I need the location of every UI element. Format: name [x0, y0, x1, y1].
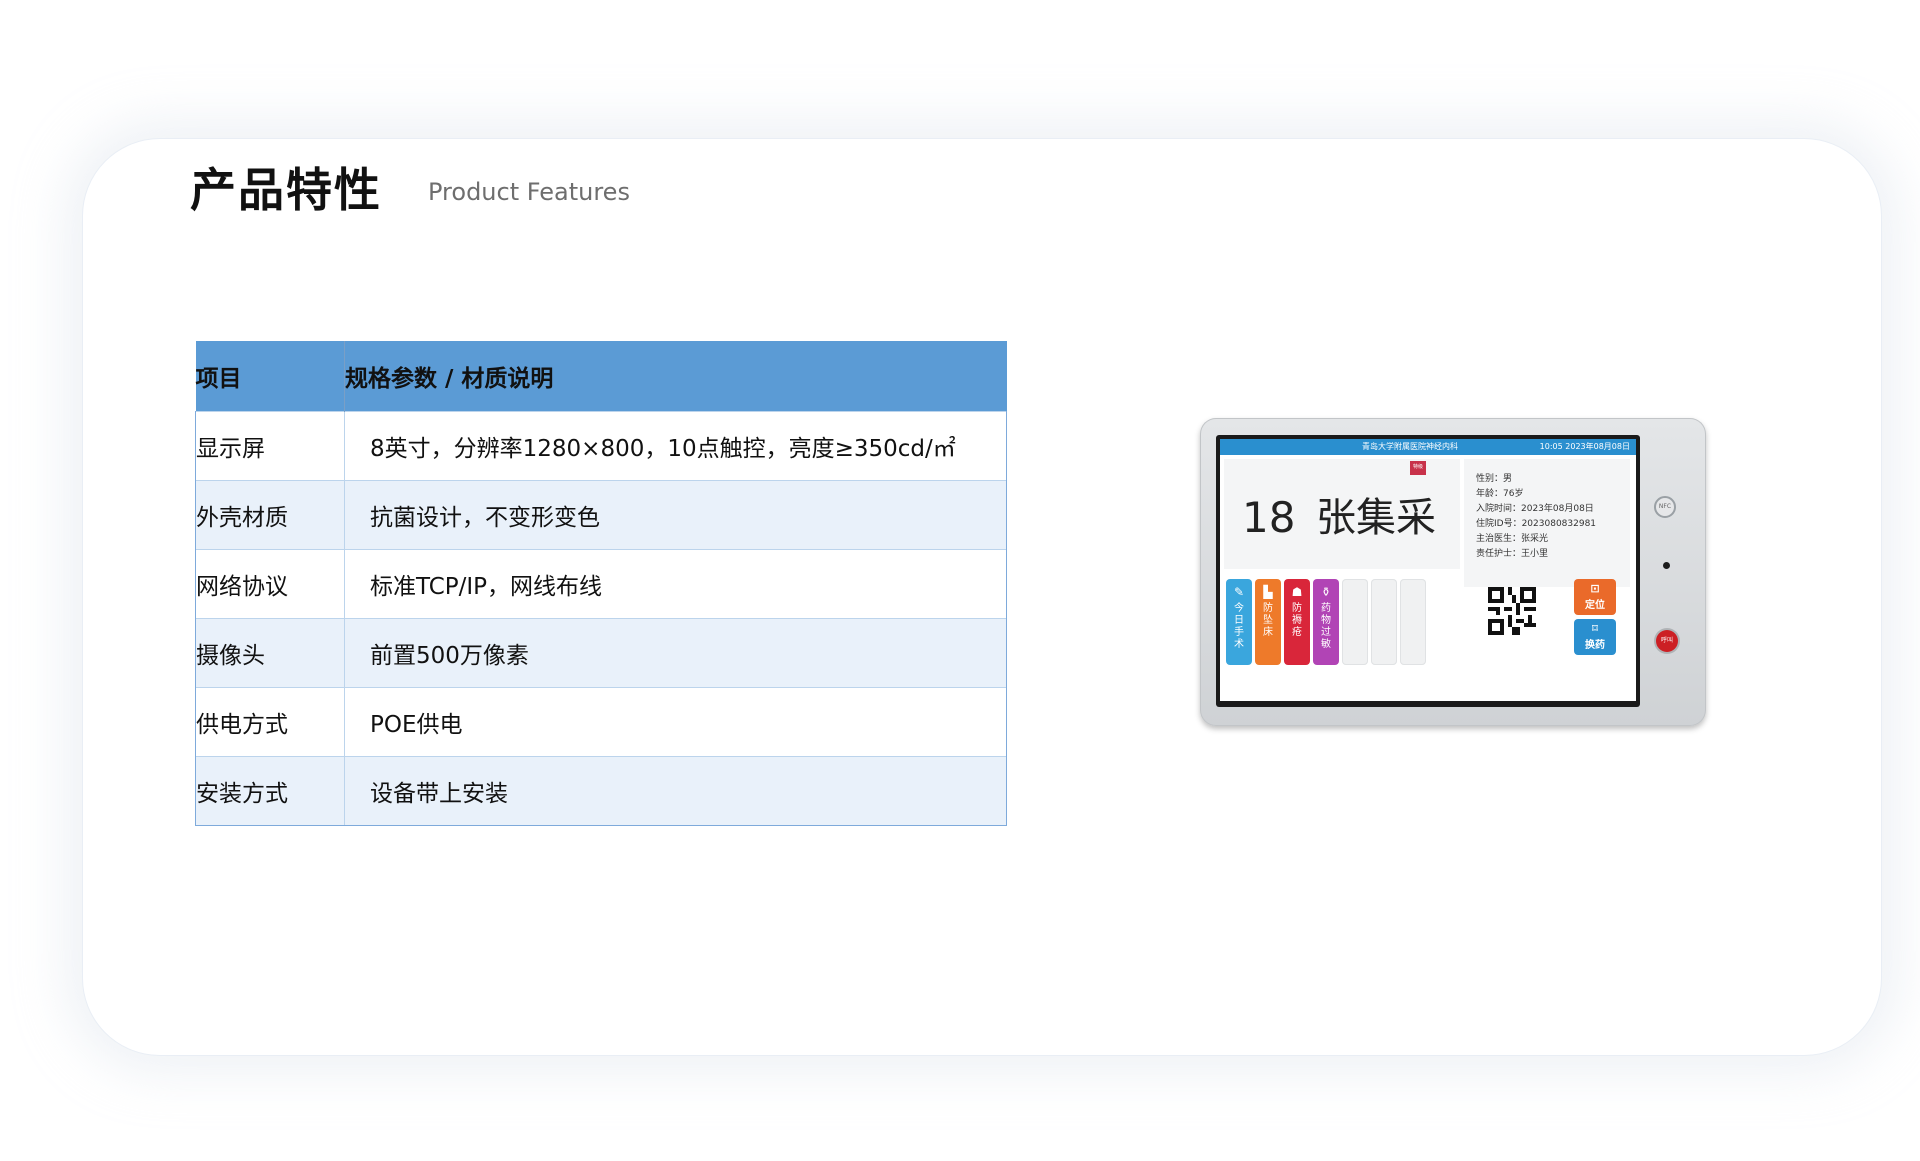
tag-fall-prevention[interactable]: ▙ 防坠床	[1255, 579, 1281, 665]
nfc-reader-icon: NFC	[1654, 496, 1676, 518]
row-spec: 前置500万像素	[344, 617, 1007, 687]
row-spec: 设备带上安装	[344, 755, 1007, 826]
info-doctor: 主治医生：张采光	[1476, 534, 1549, 544]
info-gender: 性别：男	[1476, 474, 1513, 484]
info-nurse: 责任护士：王小里	[1476, 549, 1549, 559]
row-item: 供电方式	[195, 686, 345, 756]
medicine-change-icon: ⌑	[1592, 622, 1598, 635]
tag-empty	[1342, 579, 1368, 665]
row-item: 网络协议	[195, 548, 345, 618]
row-item: 摄像头	[195, 617, 345, 687]
row-spec: 8英寸，分辨率1280×800，10点触控，亮度≥350cd/㎡	[344, 410, 1007, 480]
table-header-row: 项目 规格参数 / 材质说明	[195, 341, 1007, 411]
tag-bedsore-prevention[interactable]: ☗ 防褥疮	[1284, 579, 1310, 665]
device-screen-bezel: 青岛大学附属医院神经内科 10:05 2023年08月08日 特级 18 张集采…	[1216, 435, 1640, 707]
turtle-icon: ☗	[1291, 585, 1303, 599]
page-subtitle: Product Features	[428, 178, 630, 206]
device-display: 青岛大学附属医院神经内科 10:05 2023年08月08日 特级 18 张集采…	[1220, 439, 1636, 701]
patient-name: 张集采	[1316, 495, 1436, 541]
hospital-name: 青岛大学附属医院神经内科	[1362, 442, 1458, 451]
display-time: 10:05 2023年08月08日	[1539, 442, 1630, 451]
row-item: 显示屏	[195, 410, 345, 480]
table-row: 显示屏 8英寸，分辨率1280×800，10点触控，亮度≥350cd/㎡	[195, 410, 1007, 480]
info-id: 住院ID号：2023080832981	[1476, 519, 1597, 529]
bedside-terminal-device: 青岛大学附属医院神经内科 10:05 2023年08月08日 特级 18 张集采…	[1200, 418, 1706, 726]
location-icon: ⊡	[1590, 582, 1600, 595]
row-spec: 抗菌设计，不变形变色	[344, 479, 1007, 549]
header-item: 项目	[195, 341, 345, 411]
row-spec: 标准TCP/IP，网线布线	[344, 548, 1007, 618]
camera-lens	[1663, 562, 1670, 569]
change-dressing-button[interactable]: ⌑ 换药	[1574, 619, 1616, 655]
header-spec: 规格参数 / 材质说明	[344, 341, 1007, 411]
tag-surgery-today[interactable]: ✎ 今日手术	[1226, 579, 1252, 665]
row-spec: POE供电	[344, 686, 1007, 756]
table-row: 网络协议 标准TCP/IP，网线布线	[195, 548, 1007, 618]
patient-info: 性别：男 年龄：76岁 入院时间：2023年08月08日 住院ID号：20230…	[1464, 459, 1630, 587]
tag-drug-allergy[interactable]: ⚱ 药物过敏	[1313, 579, 1339, 665]
tag-empty	[1371, 579, 1397, 665]
table-row: 供电方式 POE供电	[195, 686, 1007, 756]
table-row: 安装方式 设备带上安装	[195, 755, 1007, 826]
table-row: 摄像头 前置500万像素	[195, 617, 1007, 687]
tag-empty	[1400, 579, 1426, 665]
locate-button[interactable]: ⊡ 定位	[1574, 579, 1616, 615]
display-top-bar: 青岛大学附属医院神经内科 10:05 2023年08月08日	[1220, 439, 1636, 455]
row-item: 安装方式	[195, 755, 345, 826]
bed-icon: ▙	[1263, 585, 1273, 599]
spec-table: 项目 规格参数 / 材质说明 显示屏 8英寸，分辨率1280×800，10点触控…	[195, 341, 1007, 826]
info-admission: 入院时间：2023年08月08日	[1476, 504, 1594, 514]
patient-card: 特级 18 张集采	[1224, 459, 1460, 569]
bed-number: 18	[1242, 493, 1296, 542]
care-level-ribbon: 特级	[1410, 461, 1426, 475]
page-title: 产品特性	[190, 163, 382, 217]
call-button[interactable]: 呼叫	[1656, 630, 1678, 652]
table-row: 外壳材质 抗菌设计，不变形变色	[195, 479, 1007, 549]
pen-icon: ✎	[1233, 585, 1245, 599]
medicine-icon: ⚱	[1320, 585, 1332, 599]
row-item: 外壳材质	[195, 479, 345, 549]
info-age: 年龄：76岁	[1476, 489, 1524, 499]
qr-code	[1488, 587, 1536, 635]
